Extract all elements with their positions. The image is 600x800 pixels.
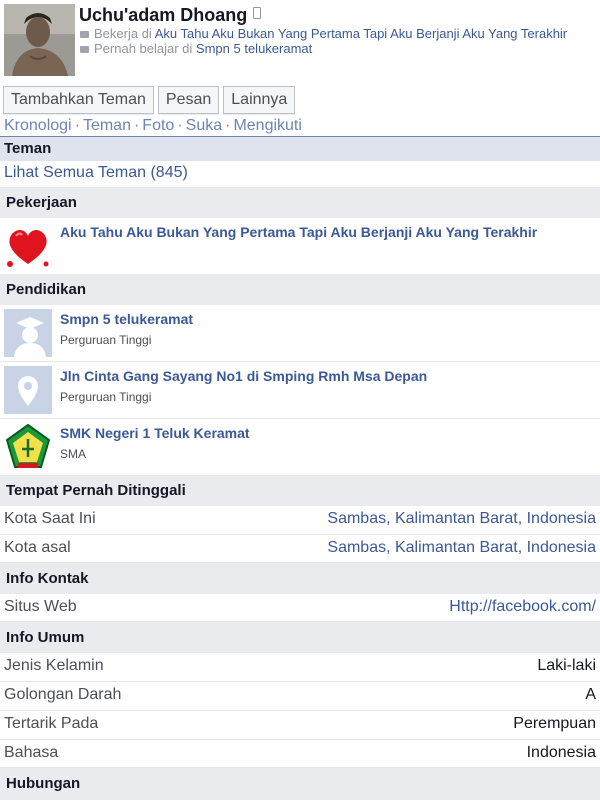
hometown-row: Kota asal Sambas, Kalimantan Barat, Indo… — [0, 535, 600, 563]
heart-image — [4, 222, 52, 270]
school-logo-image — [4, 423, 52, 471]
profile-name[interactable]: Uchu'adam Dhoang — [79, 5, 262, 26]
education-item-title[interactable]: Jln Cinta Gang Sayang No1 di Smping Rmh … — [60, 368, 427, 384]
see-all-friends-link[interactable]: Lihat Semua Teman (845) — [4, 164, 188, 182]
message-button[interactable]: Pesan — [157, 86, 220, 114]
row-label: Kota asal — [4, 539, 71, 556]
interested-in-row: Tertarik Pada Perempuan — [0, 711, 600, 740]
profile-nav: Kronologi · Teman · Foto · Suka · Mengikuti — [4, 117, 302, 134]
mobile-phone-icon — [253, 7, 262, 19]
profile-header: Uchu'adam Dhoang Bekerja di Aku Tahu Aku… — [0, 0, 600, 84]
profile-action-buttons: Tambahkan Teman Pesan Lainnya — [3, 86, 296, 114]
nav-friends[interactable]: Teman — [83, 117, 131, 134]
education-item[interactable]: Smpn 5 telukeramat Perguruan Tinggi — [0, 305, 600, 362]
website-row: Situs Web Http://facebook.com/ — [0, 594, 600, 622]
education-item-type: Perguruan Tinggi — [60, 390, 152, 404]
education-item-type: SMA — [60, 447, 87, 461]
contact-section-header: Info Kontak — [0, 563, 600, 594]
nav-timeline[interactable]: Kronologi — [4, 117, 72, 134]
website-link[interactable]: Http://facebook.com/ — [449, 598, 596, 616]
add-friend-button[interactable]: Tambahkan Teman — [3, 86, 154, 114]
relationship-section-header: Hubungan — [0, 768, 600, 800]
current-city-row: Kota Saat Ini Sambas, Kalimantan Barat, … — [0, 506, 600, 535]
education-item[interactable]: Jln Cinta Gang Sayang No1 di Smping Rmh … — [0, 362, 600, 419]
education-item-title[interactable]: SMK Negeri 1 Teluk Keramat — [60, 425, 250, 441]
language-row: Bahasa Indonesia — [0, 740, 600, 768]
blood-type-row: Golongan Darah A — [0, 682, 600, 711]
row-value: Laki-laki — [537, 657, 596, 674]
gender-row: Jenis Kelamin Laki-laki — [0, 653, 600, 682]
nav-following[interactable]: Mengikuti — [233, 117, 301, 134]
study-summary: Pernah belajar di Smpn 5 telukeramat — [80, 41, 312, 56]
nav-photos[interactable]: Foto — [142, 117, 174, 134]
hometown-link[interactable]: Sambas, Kalimantan Barat, Indonesia — [327, 539, 596, 557]
briefcase-icon — [80, 31, 89, 38]
location-placeholder-image — [4, 366, 52, 414]
row-label: Golongan Darah — [4, 686, 122, 703]
work-section-header: Pekerjaan — [0, 187, 600, 218]
graduation-cap-icon — [80, 46, 89, 53]
education-item-title[interactable]: Smpn 5 telukeramat — [60, 311, 193, 327]
work-item-title[interactable]: Aku Tahu Aku Bukan Yang Pertama Tapi Aku… — [60, 224, 537, 240]
row-value: A — [585, 686, 596, 703]
profile-avatar[interactable] — [4, 4, 75, 76]
education-section-header: Pendidikan — [0, 274, 600, 305]
nav-likes[interactable]: Suka — [186, 117, 222, 134]
current-city-link[interactable]: Sambas, Kalimantan Barat, Indonesia — [327, 510, 596, 528]
row-value: Perempuan — [513, 715, 596, 732]
row-label: Kota Saat Ini — [4, 510, 96, 527]
language-value[interactable]: Indonesia — [527, 744, 596, 762]
row-label: Jenis Kelamin — [4, 657, 104, 674]
places-section-header: Tempat Pernah Ditinggali — [0, 475, 600, 506]
school-placeholder-image — [4, 309, 52, 357]
friends-section-header: Teman — [0, 137, 600, 161]
education-item-type: Perguruan Tinggi — [60, 333, 152, 347]
row-label: Situs Web — [4, 598, 77, 615]
work-summary: Bekerja di Aku Tahu Aku Bukan Yang Perta… — [80, 26, 567, 41]
row-label: Bahasa — [4, 744, 59, 761]
study-summary-link[interactable]: Smpn 5 telukeramat — [196, 41, 312, 56]
more-button[interactable]: Lainnya — [223, 86, 296, 114]
education-item[interactable]: SMK Negeri 1 Teluk Keramat SMA — [0, 419, 600, 474]
work-item[interactable]: Aku Tahu Aku Bukan Yang Pertama Tapi Aku… — [0, 218, 600, 273]
row-label: Tertarik Pada — [4, 715, 99, 732]
work-summary-link[interactable]: Aku Tahu Aku Bukan Yang Pertama Tapi Aku… — [155, 26, 567, 41]
general-section-header: Info Umum — [0, 622, 600, 653]
